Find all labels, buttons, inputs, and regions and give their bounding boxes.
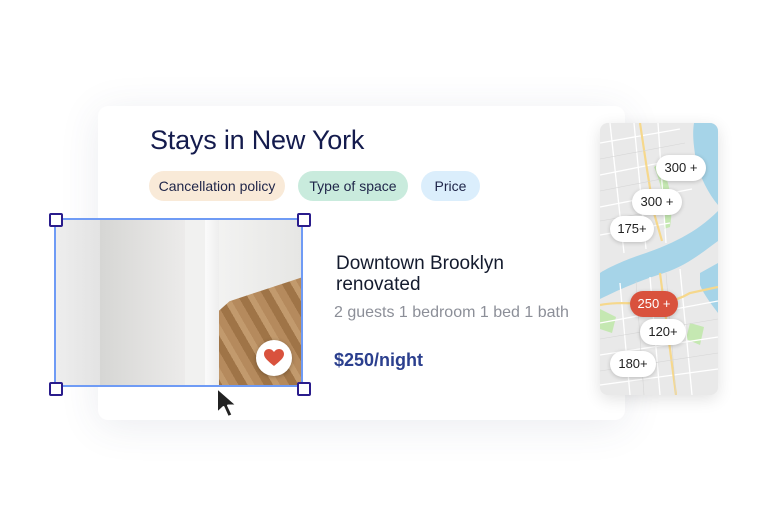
- listing-details: 2 guests 1 bedroom 1 bed 1 bath: [334, 304, 569, 321]
- cursor-pointer-icon: [216, 387, 238, 418]
- resize-handle-top-right[interactable]: [297, 213, 311, 227]
- map-panel[interactable]: 300 + 300 + 175+ 250 + 120+ 180+: [600, 123, 718, 395]
- resize-handle-bottom-left[interactable]: [49, 382, 63, 396]
- map-pin[interactable]: 300 +: [632, 189, 682, 215]
- filter-type-of-space[interactable]: Type of space: [298, 171, 408, 201]
- map-pin[interactable]: 120+: [640, 319, 686, 345]
- listing-name[interactable]: Downtown Brooklyn renovated: [336, 253, 556, 295]
- filter-price[interactable]: Price: [421, 171, 480, 201]
- filter-cancellation-policy[interactable]: Cancellation policy: [149, 171, 285, 201]
- map-pin[interactable]: 175+: [610, 216, 654, 242]
- resize-handle-top-left[interactable]: [49, 213, 63, 227]
- resize-handle-bottom-right[interactable]: [297, 382, 311, 396]
- map-pin[interactable]: 300 +: [656, 155, 706, 181]
- listing-price: $250/night: [334, 350, 424, 370]
- page-title: Stays in New York: [150, 125, 365, 155]
- map-pin[interactable]: 180+: [610, 351, 656, 377]
- selection-box: [54, 218, 303, 387]
- map-pin-selected[interactable]: 250 +: [630, 291, 678, 317]
